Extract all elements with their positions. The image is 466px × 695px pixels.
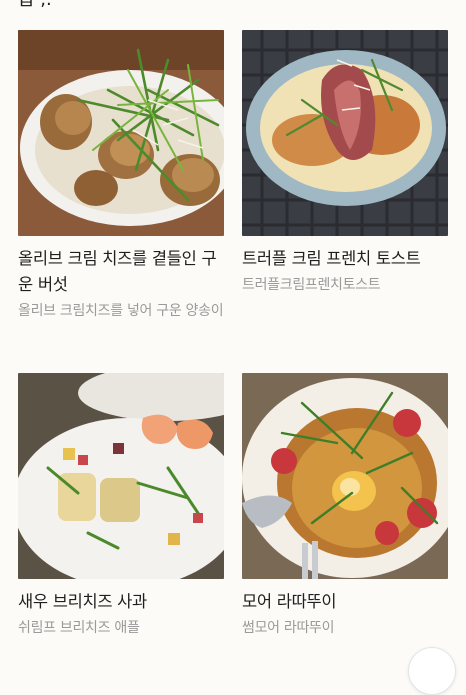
menu-card-mushroom[interactable]: 올리브 크림 치즈를 곁들인 구운 버섯 올리브 크림치즈를 넣어 구운 양송이	[18, 30, 224, 323]
menu-photo-ratatouille	[242, 373, 448, 579]
menu-title: 새우 브리치즈 사과	[18, 592, 147, 611]
scroll-top-button[interactable]	[408, 647, 456, 695]
menu-photo-shrimp-brie	[18, 373, 224, 579]
menu-description: 올리브 크림치즈를 넣어 구운 양송이	[18, 303, 224, 319]
menu-title: 모어 라따뚜이	[242, 592, 337, 611]
menu-description: 쉬림프 브리치즈 애플	[18, 620, 140, 636]
menu-photo-mushroom	[18, 30, 224, 236]
menu-description: 트러플크림프렌치토스트	[242, 277, 381, 293]
menu-title: 올리브 크림 치즈를 곁들인 구운 버섯	[18, 249, 217, 294]
menu-title: 트러플 크림 프렌치 토스트	[242, 249, 421, 268]
menu-card-shrimp-brie[interactable]: 새우 브리치즈 사과 쉬림프 브리치즈 애플	[18, 373, 224, 640]
menu-card-ratatouille[interactable]: 모어 라따뚜이 썸모어 라따뚜이	[242, 373, 448, 640]
section-heading-partial: 급 ,.	[18, 0, 52, 9]
menu-description: 썸모어 라따뚜이	[242, 620, 335, 636]
menu-photo-truffle-toast	[242, 30, 448, 236]
menu-card-truffle-toast[interactable]: 트러플 크림 프렌치 토스트 트러플크림프렌치토스트	[242, 30, 448, 297]
